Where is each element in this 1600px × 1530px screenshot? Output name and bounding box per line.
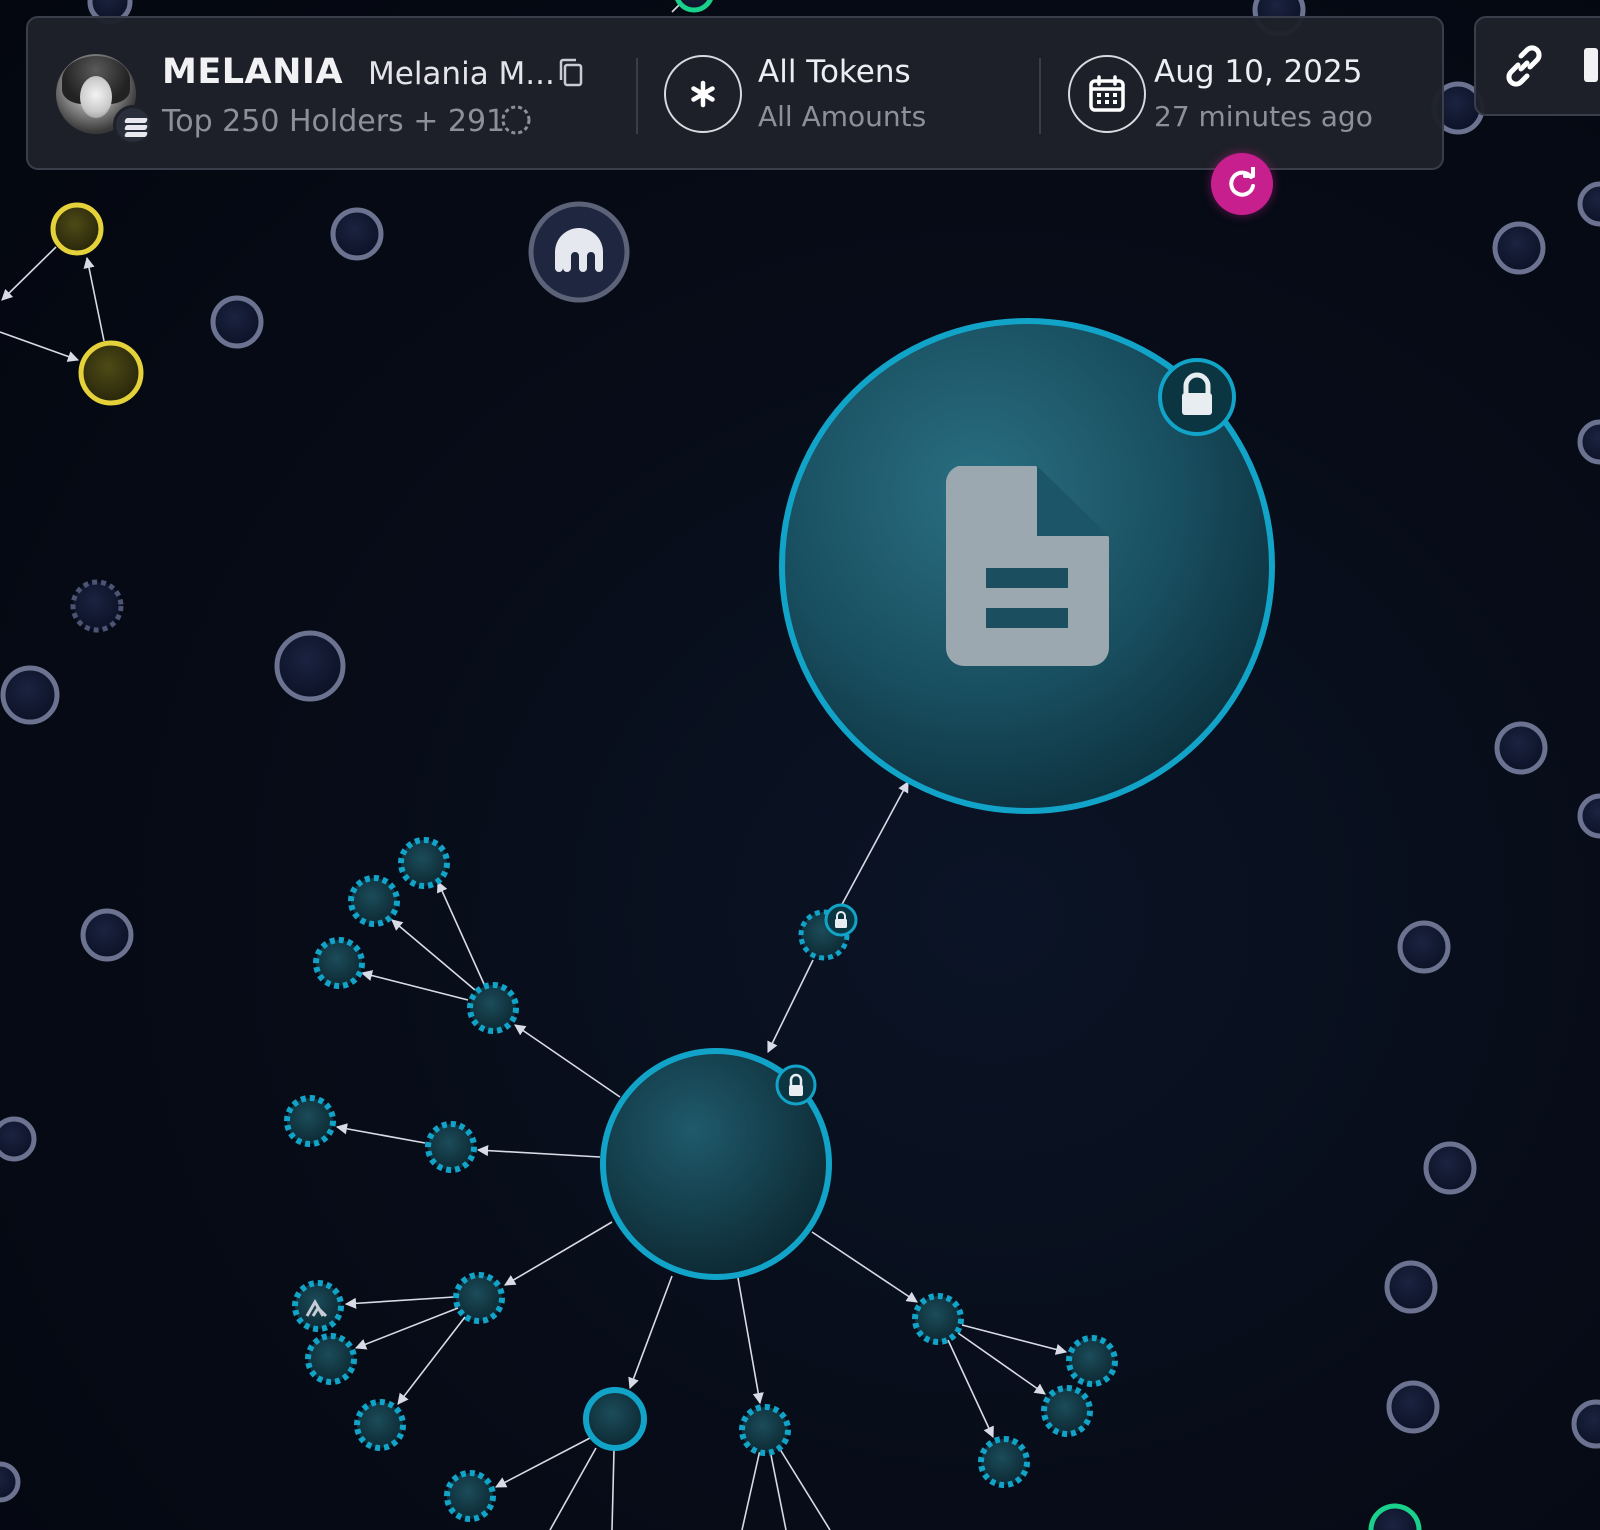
wallet-node <box>1577 793 1600 839</box>
wallet-node <box>0 1116 37 1162</box>
green-wallet-node[interactable] <box>675 0 713 13</box>
edge <box>391 919 476 991</box>
edge <box>947 1339 994 1439</box>
edge <box>495 1437 591 1488</box>
copy-link-button[interactable] <box>1498 40 1550 92</box>
calendar-icon <box>1089 75 1125 112</box>
wallet-node <box>1492 221 1546 275</box>
lock-badge <box>1158 358 1236 436</box>
edge <box>1 246 57 301</box>
edge <box>741 1449 761 1530</box>
wallet-node <box>274 630 346 702</box>
edge <box>476 1144 601 1158</box>
edge <box>611 1449 615 1530</box>
wallet-node <box>210 295 264 349</box>
divider <box>1039 58 1041 134</box>
edge <box>504 1221 613 1286</box>
highlighted-wallet-node <box>78 340 144 406</box>
panel-toggle-icon[interactable] <box>1584 48 1598 82</box>
loading-spinner-icon <box>501 105 531 135</box>
wallet-node-dashed <box>70 579 124 633</box>
highlighted-wallet-node <box>50 202 104 256</box>
wallet-node <box>1384 1260 1438 1314</box>
filter-title[interactable]: All Tokens <box>758 54 911 90</box>
edge <box>354 1307 459 1350</box>
token-filter-button[interactable] <box>664 55 742 133</box>
bubble-map-canvas[interactable]: MELANIA Melania M... Top 250 Holders + 2… <box>0 0 1600 1530</box>
asterisk-icon <box>691 80 715 108</box>
wallet-nodes[interactable] <box>0 0 1600 1503</box>
locked-wallet-node[interactable] <box>798 903 858 961</box>
wallet-node <box>1494 721 1548 775</box>
wallet-node <box>80 908 134 962</box>
link-icon <box>1506 45 1542 87</box>
wallet-graph[interactable] <box>0 0 1600 1530</box>
green-wallet-node[interactable] <box>1368 1503 1422 1530</box>
edge <box>767 959 814 1054</box>
edge <box>957 1332 1046 1395</box>
wallet-node <box>1577 419 1600 465</box>
filter-subtitle[interactable]: All Amounts <box>758 100 926 133</box>
cluster-node <box>739 1404 791 1456</box>
date-subtitle: 27 minutes ago <box>1154 100 1373 133</box>
edge <box>769 1449 787 1530</box>
cluster-node <box>1066 1335 1118 1387</box>
wallet-node <box>1577 181 1600 227</box>
token-symbol: MELANIA <box>162 52 344 92</box>
edge <box>344 1296 455 1309</box>
edge <box>811 1231 918 1303</box>
token-name: Melania M... <box>368 56 555 92</box>
copy-icon[interactable] <box>558 58 584 88</box>
edge <box>335 1123 426 1144</box>
share-panel <box>1474 16 1600 116</box>
refresh-icon <box>1229 167 1255 197</box>
cluster-node <box>398 837 450 889</box>
cluster-node <box>467 982 519 1034</box>
holders-count[interactable]: Top 250 Holders + 291 <box>162 104 505 139</box>
wallet-node <box>330 207 384 261</box>
cluster-node <box>313 937 365 989</box>
edge <box>961 1324 1068 1355</box>
date-picker-button[interactable] <box>1068 55 1146 133</box>
edge <box>360 970 469 1001</box>
header-bar: MELANIA Melania M... Top 250 Holders + 2… <box>26 16 1444 170</box>
cluster-node <box>912 1293 964 1345</box>
date-title[interactable]: Aug 10, 2025 <box>1154 54 1362 90</box>
refresh-button[interactable] <box>1211 153 1273 215</box>
edge <box>737 1277 764 1405</box>
edge <box>514 1024 621 1098</box>
wallet-node <box>1397 920 1451 974</box>
hub-wallet-node[interactable] <box>600 1048 832 1280</box>
edge <box>83 256 105 342</box>
edge <box>838 781 909 911</box>
cluster-node <box>348 875 400 927</box>
wallet-node <box>1423 1141 1477 1195</box>
cluster-node <box>978 1436 1030 1488</box>
wallet-node <box>0 1461 21 1503</box>
cluster-node <box>1041 1385 1093 1437</box>
edge <box>777 1445 831 1530</box>
exchange-node[interactable] <box>528 201 630 303</box>
wallet-node[interactable] <box>583 1387 647 1451</box>
divider <box>636 58 638 134</box>
edge <box>437 880 485 985</box>
edge <box>0 331 80 362</box>
cluster-node <box>444 1470 496 1522</box>
solana-icon <box>113 105 153 145</box>
cluster-node <box>354 1399 406 1451</box>
wallet-node <box>1386 1380 1440 1434</box>
cluster-node <box>425 1121 477 1173</box>
contract-node[interactable] <box>779 318 1275 814</box>
edge <box>549 1447 597 1530</box>
edge <box>397 1316 466 1405</box>
wallet-node <box>0 665 60 725</box>
cluster-node <box>305 1333 357 1385</box>
edge <box>628 1275 673 1390</box>
cluster-node <box>453 1272 505 1324</box>
wallet-node <box>1571 1399 1600 1449</box>
avatar-face <box>80 76 112 118</box>
cluster-node <box>284 1095 336 1147</box>
